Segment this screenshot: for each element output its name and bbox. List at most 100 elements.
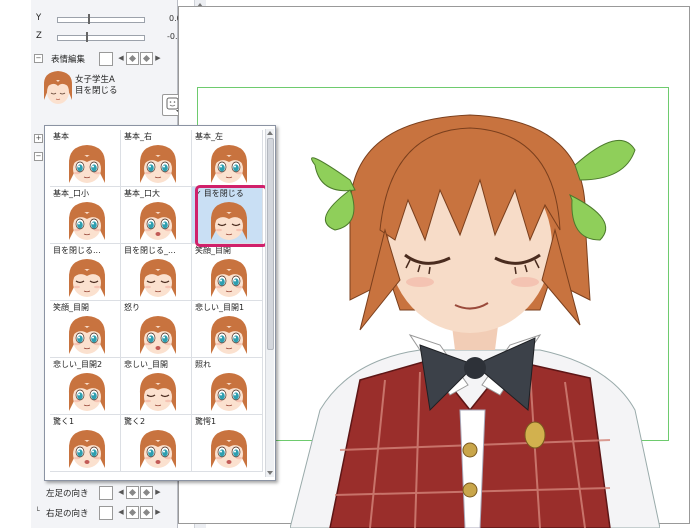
- app-window: Y 0.0 Z -0.6 − 表情編集 ◀ ▶ 女子学生A 目を閉じる + − …: [0, 0, 696, 528]
- expression-label-text: 基本_口大: [124, 189, 160, 198]
- expression-cell[interactable]: 悲しい_目開2: [50, 358, 121, 415]
- z-slider[interactable]: [57, 32, 145, 42]
- expression-label-text: 基本: [53, 132, 69, 141]
- expression-face-icon: [139, 316, 177, 354]
- keyframe-diamond-icon[interactable]: [126, 505, 139, 519]
- left-foot-key-nav: ◀ ▶: [117, 485, 162, 499]
- expression-label: 目を閉じる_...: [124, 245, 176, 256]
- expression-label-text: 笑顔_目開: [195, 246, 231, 255]
- left-foot-checkbox[interactable]: [99, 486, 113, 500]
- expand-section-icon[interactable]: +: [34, 134, 43, 143]
- selected-expression-highlight: [195, 185, 268, 247]
- expression-face-icon: [68, 259, 106, 297]
- y-label: Y: [36, 13, 42, 23]
- expression-label: 目を閉じる...: [53, 245, 101, 256]
- right-foot-label: 右足の向き: [46, 509, 89, 519]
- expression-label-text: 基本_口小: [53, 189, 89, 198]
- expression-key-nav: ◀ ▶: [117, 51, 162, 65]
- expression-cell[interactable]: 基本_口大: [121, 187, 192, 244]
- expression-label-text: 笑顔_目開: [53, 303, 89, 312]
- right-foot-checkbox[interactable]: [99, 506, 113, 520]
- prev-key-icon[interactable]: ◀: [117, 487, 125, 497]
- expression-face-icon: [68, 316, 106, 354]
- expression-cell[interactable]: 基本_左: [192, 130, 263, 187]
- keyframe-diamond-icon[interactable]: [126, 485, 139, 499]
- expression-cell[interactable]: 笑顔_目開: [192, 244, 263, 301]
- expression-face-icon: [139, 145, 177, 183]
- expression-label-text: 驚く2: [124, 417, 146, 426]
- keyframe-diamond-icon[interactable]: [140, 485, 153, 499]
- expression-label-text: 目を閉じる...: [53, 246, 101, 255]
- expression-label: 基本: [53, 131, 69, 142]
- popup-scrollbar[interactable]: [265, 129, 274, 477]
- expression-face-icon: [68, 430, 106, 468]
- expression-label: 驚く2: [124, 416, 145, 427]
- expression-key-checkbox[interactable]: [99, 52, 113, 66]
- expression-face-icon: [210, 373, 248, 411]
- expression-cell[interactable]: 笑顔_目開: [50, 301, 121, 358]
- expression-cell[interactable]: 目を閉じる...: [50, 244, 121, 301]
- expression-cell[interactable]: 驚く2: [121, 415, 192, 472]
- expression-cell[interactable]: 照れ: [192, 358, 263, 415]
- expression-face-icon: [139, 202, 177, 240]
- expression-face-icon: [139, 430, 177, 468]
- expression-cell[interactable]: 基本: [50, 130, 121, 187]
- expression-face-icon: [210, 145, 248, 183]
- current-expression-face-icon: [41, 68, 75, 108]
- scroll-down-icon[interactable]: [267, 471, 273, 475]
- expression-face-icon: [68, 145, 106, 183]
- expression-cell[interactable]: 怒り: [121, 301, 192, 358]
- expression-cell[interactable]: 驚く1: [50, 415, 121, 472]
- next-key-icon[interactable]: ▶: [154, 53, 162, 63]
- expression-label: 怒り: [124, 302, 140, 313]
- expression-face-icon: [139, 373, 177, 411]
- expression-label: 基本_右: [124, 131, 152, 142]
- expression-cell[interactable]: 基本_右: [121, 130, 192, 187]
- collapse-expression-icon[interactable]: −: [34, 54, 43, 63]
- expression-label-text: 悲しい_目開2: [53, 360, 103, 369]
- next-key-icon[interactable]: ▶: [154, 487, 162, 497]
- collapse-section-icon[interactable]: −: [34, 152, 43, 161]
- y-slider-knob[interactable]: [88, 14, 90, 24]
- keyframe-diamond-icon[interactable]: [140, 51, 153, 65]
- expression-edit-label: 表情編集: [51, 55, 86, 65]
- expression-label-text: 驚く1: [53, 417, 75, 426]
- expression-label: 悲しい_目開1: [195, 302, 244, 313]
- expression-cell[interactable]: 基本_口小: [50, 187, 121, 244]
- expression-label-text: 基本_左: [195, 132, 223, 141]
- prev-key-icon[interactable]: ◀: [117, 507, 125, 517]
- expression-label-text: 怒り: [124, 303, 140, 312]
- expression-edit-row: − 表情編集 ◀ ▶: [31, 51, 191, 66]
- expression-cell[interactable]: 悲しい_目開1: [192, 301, 263, 358]
- expression-face-icon: [210, 430, 248, 468]
- expression-cell[interactable]: 驚愕1: [192, 415, 263, 472]
- expression-label: 驚く1: [53, 416, 74, 427]
- expression-label-text: 基本_右: [124, 132, 152, 141]
- expression-label: 笑顔_目開: [53, 302, 89, 313]
- expression-label: 悲しい_目開2: [53, 359, 102, 370]
- character-model: [290, 114, 660, 528]
- expression-cell[interactable]: 悲しい_目開: [121, 358, 192, 415]
- expression-label-text: 目を閉じる_...: [124, 246, 176, 255]
- expression-grid: 基本 基本_右 基本_左 基本_口小 基本_口大 ✓ 目を閉じる 目を閉じる... 目を閉じる_…: [50, 130, 263, 476]
- left-foot-label: 左足の向き: [46, 489, 89, 499]
- keyframe-diamond-icon[interactable]: [140, 505, 153, 519]
- z-slider-knob[interactable]: [86, 32, 88, 42]
- popup-scroll-thumb[interactable]: [267, 138, 274, 350]
- scroll-up-icon[interactable]: [267, 131, 273, 135]
- y-slider[interactable]: [57, 14, 145, 24]
- expression-label: 悲しい_目開: [124, 359, 168, 370]
- prev-key-icon[interactable]: ◀: [117, 53, 125, 63]
- keyframe-diamond-icon[interactable]: [126, 51, 139, 65]
- left-foot-row: 左足の向き ◀ ▶: [31, 485, 191, 500]
- tree-line-icon: └: [35, 507, 40, 515]
- y-slider-row: Y 0.0: [31, 12, 192, 26]
- expression-face-icon: [139, 259, 177, 297]
- expression-label: 基本_左: [195, 131, 223, 142]
- expression-label-text: 悲しい_目開: [124, 360, 168, 369]
- next-key-icon[interactable]: ▶: [154, 507, 162, 517]
- right-foot-key-nav: ◀ ▶: [117, 505, 162, 519]
- expression-cell[interactable]: 目を閉じる_...: [121, 244, 192, 301]
- expression-label-text: 悲しい_目開1: [195, 303, 245, 312]
- expression-face-icon: [210, 259, 248, 297]
